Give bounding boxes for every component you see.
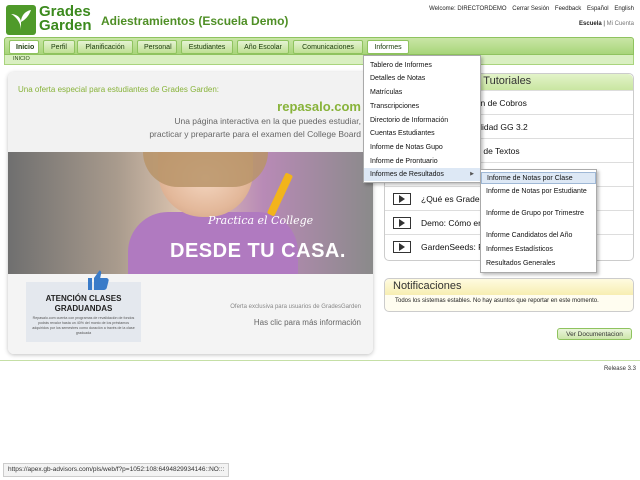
menu-item-transcripciones[interactable]: Transcripciones xyxy=(364,100,480,113)
menu-item-tablero[interactable]: Tablero de Informes xyxy=(364,59,480,72)
notifications-text: Todos los sistemas estables. No hay asun… xyxy=(395,298,599,304)
submenu-resultados-generales[interactable]: Resultados Generales xyxy=(481,260,596,268)
atencion-line1: ATENCIÓN CLASES xyxy=(45,294,122,303)
feedback-link[interactable]: Feedback xyxy=(555,6,581,12)
atencion-box: ATENCIÓN CLASES GRADUANDAS Repasalo.com … xyxy=(26,270,141,342)
nav-inicio[interactable]: Inicio xyxy=(9,40,39,54)
menu-item-resultados[interactable]: Informes de Resultados ▶ xyxy=(364,168,480,181)
video-title: GardenSeeds: F xyxy=(421,242,484,252)
leaf-icon xyxy=(6,5,36,35)
submenu-notas-clase[interactable]: Informe de Notas por Clase xyxy=(481,172,596,184)
nav-comunicaciones[interactable]: Comunicaciones xyxy=(293,40,363,54)
breadcrumb: INICIO xyxy=(4,55,634,65)
brand-text: repasalo.com xyxy=(277,99,361,114)
ver-documentacion-button[interactable]: Ver Documentacion xyxy=(557,328,632,340)
video-title: ¿Qué es Grades xyxy=(421,194,484,204)
top-links: Welcome: DIRECTORDEMO Cerrar Sesión Feed… xyxy=(425,6,634,12)
video-play-icon xyxy=(393,241,411,253)
release-label: Release 3.3 xyxy=(603,366,636,372)
browser-status-bar: https://apex.gb-advisors.com/pls/web/f?p… xyxy=(3,463,230,477)
submenu-grupo-trimestre[interactable]: Informe de Grupo por Trimestre xyxy=(481,210,596,218)
breadcrumb-inicio[interactable]: INICIO xyxy=(13,56,30,62)
photo-hair xyxy=(143,152,268,187)
school-title: Adiestramientos (Escuela Demo) xyxy=(101,14,289,28)
main-nav: Inicio Perfil Planificación Personal Est… xyxy=(4,37,634,55)
exclusive-text: Oferta exclusiva para usuarios de Grades… xyxy=(230,304,361,310)
nav-planificacion[interactable]: Planificación xyxy=(77,40,133,54)
promo-banner[interactable]: Una oferta especial para estudiantes de … xyxy=(8,72,373,354)
menu-item-prontuario[interactable]: Informe de Prontuario xyxy=(364,155,480,168)
menu-item-directorio[interactable]: Directorio de Información xyxy=(364,114,480,127)
pencil-icon xyxy=(266,172,294,217)
atencion-line2: GRADUANDAS xyxy=(54,304,113,313)
spanish-link[interactable]: Español xyxy=(587,6,609,12)
notifications-header: Notificaciones xyxy=(385,279,633,295)
english-link[interactable]: English xyxy=(614,6,634,12)
nav-perfil[interactable]: Perfil xyxy=(43,40,75,54)
logout-link[interactable]: Cerrar Sesión xyxy=(512,6,549,12)
nav-personal[interactable]: Personal xyxy=(137,40,177,54)
video-play-icon xyxy=(393,193,411,205)
menu-item-resultados-label: Informes de Resultados xyxy=(370,171,444,178)
click-info-link[interactable]: Has clic para más información xyxy=(254,318,361,327)
notifications-panel: Notificaciones Todos los sistemas establ… xyxy=(384,278,634,312)
submenu-arrow-icon: ▶ xyxy=(470,171,474,177)
logo-text: Grades Garden xyxy=(39,4,92,34)
logo-line2: Garden xyxy=(39,17,92,34)
menu-item-cuentas[interactable]: Cuentas Estudiantes xyxy=(364,127,480,140)
student-photo: Practica el College DESDE TU CASA. xyxy=(8,152,373,274)
menu-item-notas-grupo[interactable]: Informe de Notas Gupo xyxy=(364,141,480,154)
nav-estudiantes[interactable]: Estudiantes xyxy=(181,40,233,54)
banner-top: Una oferta especial para estudiantes de … xyxy=(8,72,373,152)
atencion-small-text: Repasalo.com cuenta con programas de rev… xyxy=(32,316,135,335)
nav-ano-escolar[interactable]: Año Escolar xyxy=(237,40,289,54)
submenu-notas-estudiante[interactable]: Informe de Notas por Estudiante xyxy=(481,188,596,196)
desc-line2: practicar y prepararte para el examen de… xyxy=(149,129,361,139)
desde-text: DESDE TU CASA. xyxy=(170,240,346,262)
nav-informes[interactable]: Informes xyxy=(367,40,409,54)
practica-text: Practica el College xyxy=(208,214,314,227)
banner-bottom: ATENCIÓN CLASES GRADUANDAS Repasalo.com … xyxy=(8,270,373,354)
header: Grades Garden Adiestramientos (Escuela D… xyxy=(0,0,640,38)
desc-line1: Una página interactiva en la que puedes … xyxy=(174,116,361,126)
menu-item-detalles-notas[interactable]: Detalles de Notas xyxy=(364,72,480,85)
video-title: Demo: Cómo en xyxy=(421,218,483,228)
resultados-submenu: Informe de Notas por Clase Informe de No… xyxy=(480,169,597,273)
informes-dropdown: Tablero de Informes Detalles de Notas Ma… xyxy=(363,55,481,183)
submenu-candidatos[interactable]: Informe Candidatos del Año xyxy=(481,232,596,240)
account-links: Escuela | Mi Cuenta xyxy=(579,21,634,27)
offer-text: Una oferta especial para estudiantes de … xyxy=(18,85,220,94)
video-play-icon xyxy=(393,217,411,229)
submenu-estadisticos[interactable]: Informes Estadísticos xyxy=(481,246,596,254)
welcome-text: Welcome: DIRECTORDEMO xyxy=(429,6,507,12)
mi-cuenta-link[interactable]: Mi Cuenta xyxy=(607,21,634,27)
footer-divider xyxy=(0,360,640,361)
notifications-title: Notificaciones xyxy=(393,280,462,292)
grades-garden-logo[interactable]: Grades Garden xyxy=(6,4,96,37)
thumbs-up-icon xyxy=(88,270,109,290)
menu-item-matriculas[interactable]: Matrículas xyxy=(364,86,480,99)
escuela-link[interactable]: Escuela xyxy=(579,21,602,27)
